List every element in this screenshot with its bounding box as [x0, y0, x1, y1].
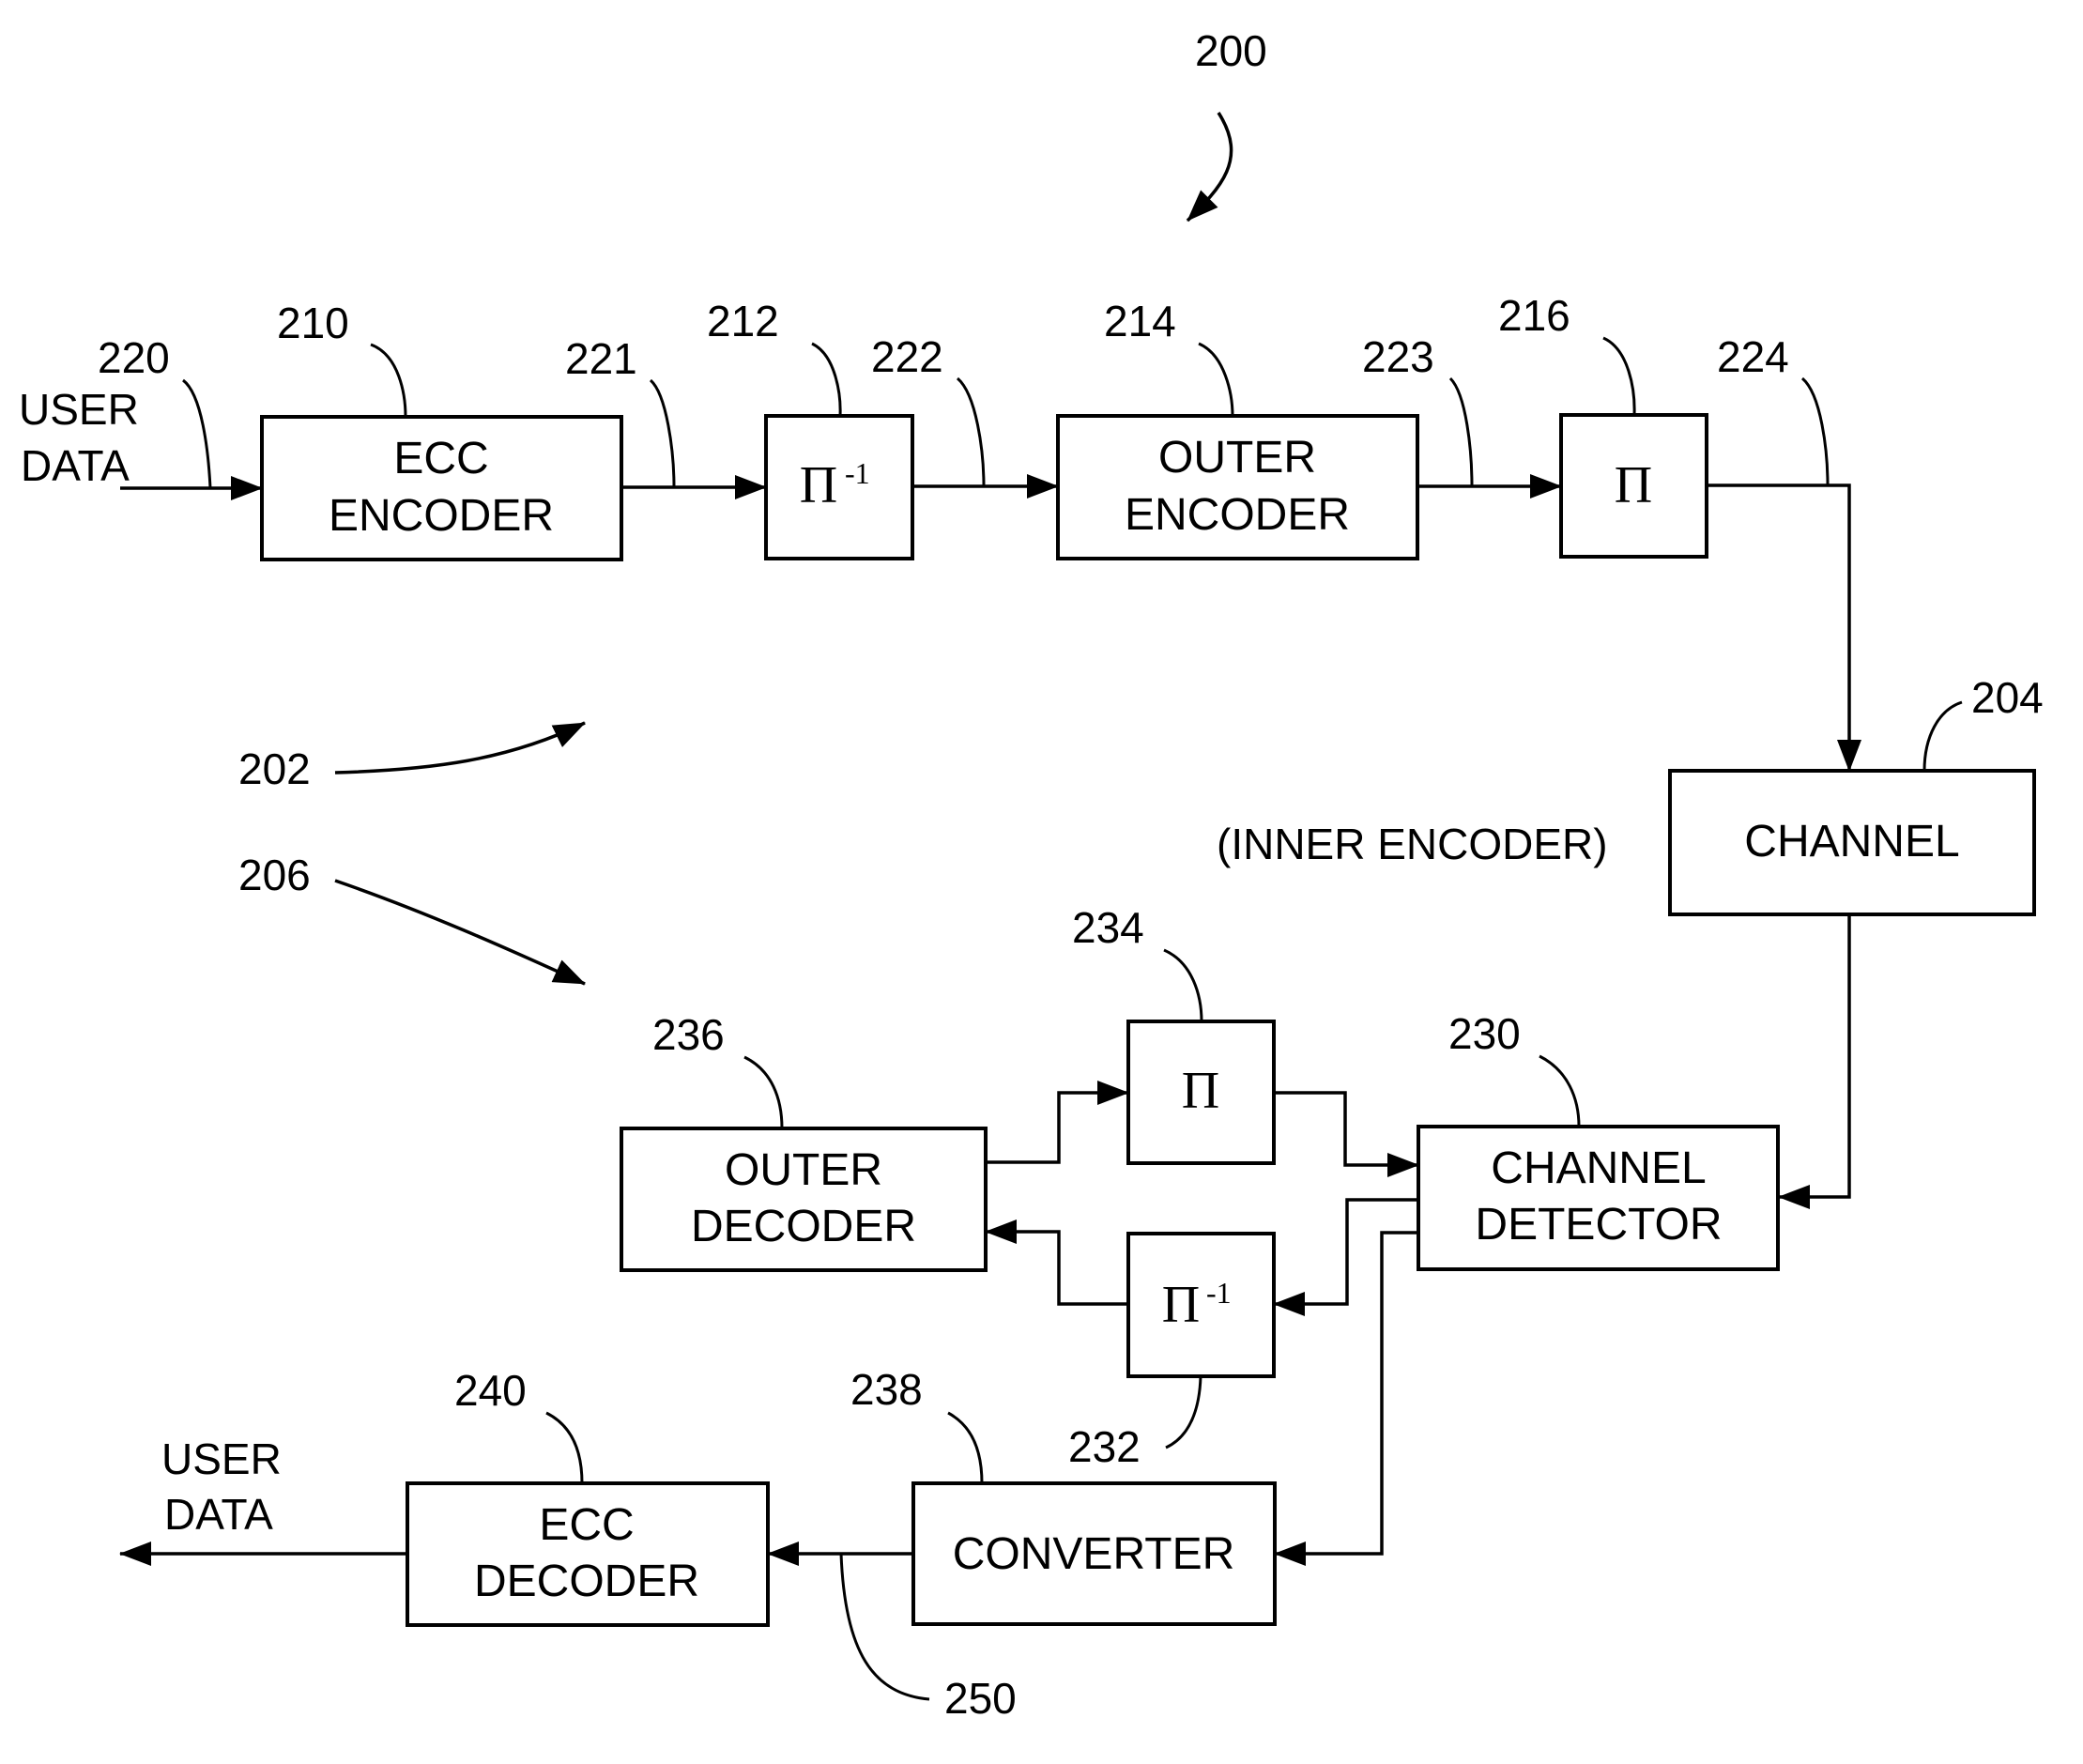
encoder-ref-202-arrow	[334, 721, 586, 775]
wire-interleaver-to-detector	[1274, 1091, 1419, 1177]
signal-223-leader	[1448, 376, 1474, 487]
interleaver-tx-leader	[1602, 336, 1636, 416]
deinterleaver-rx-block: Π -1	[1126, 1232, 1276, 1378]
svg-text:DECODER: DECODER	[691, 1202, 916, 1251]
interleaver-tx-block: Π	[1559, 413, 1708, 559]
wire-decoder-to-interleaver	[986, 1081, 1129, 1164]
signal-223-ref: 223	[1362, 332, 1434, 381]
svg-text:DECODER: DECODER	[474, 1557, 699, 1606]
user-data-out-line1: USER	[161, 1434, 282, 1483]
converter-ref: 238	[850, 1365, 923, 1414]
user-data-in-ref: 220	[98, 333, 170, 382]
svg-text:-1: -1	[1206, 1276, 1232, 1310]
decoder-ref-206: 206	[238, 851, 311, 899]
channel-annotation: (INNER ENCODER)	[1217, 820, 1608, 868]
signal-222-leader	[956, 376, 986, 487]
outer-encoder-leader	[1198, 342, 1234, 417]
channel-detector-ref: 230	[1448, 1009, 1521, 1058]
deinterleaver-tx-ref: 212	[707, 297, 779, 345]
user-data-out-line2: DATA	[164, 1490, 273, 1539]
signal-224-leader	[1800, 376, 1830, 486]
channel-ref: 204	[1971, 673, 2044, 722]
deinterleaver-tx-leader	[811, 342, 842, 417]
outer-decoder-ref: 236	[652, 1010, 725, 1059]
wire-224	[1707, 483, 1861, 772]
figure-ref-200: 200	[1195, 26, 1267, 75]
channel-detector-leader	[1539, 1054, 1581, 1127]
signal-222-ref: 222	[871, 332, 943, 381]
figure-ref-200-arrow	[1186, 112, 1233, 222]
outer-encoder-ref: 214	[1104, 297, 1176, 345]
channel-leader	[1922, 700, 1963, 772]
ecc-decoder-leader	[545, 1411, 584, 1484]
svg-text:Π: Π	[1162, 1276, 1200, 1334]
interleaver-rx-leader	[1163, 948, 1203, 1022]
svg-text:ENCODER: ENCODER	[329, 491, 554, 541]
outer-decoder-leader	[743, 1055, 784, 1129]
svg-text:ENCODER: ENCODER	[1125, 490, 1350, 540]
user-data-in-line2: DATA	[21, 441, 130, 490]
interleaver-rx-block: Π	[1126, 1020, 1276, 1165]
svg-text:ECC: ECC	[393, 434, 488, 483]
signal-221-leader	[649, 378, 676, 488]
signal-221-ref: 221	[565, 334, 637, 383]
block-diagram: 200 ECC ENCODER 210 Π -1 212 OUTER ENCOD…	[19, 26, 2044, 1723]
channel-block: CHANNEL	[1668, 769, 2036, 916]
deinterleaver-rx-ref: 232	[1068, 1422, 1141, 1471]
converter-leader	[947, 1411, 984, 1484]
decoder-ref-206-arrow	[334, 879, 586, 986]
converter-block: CONVERTER	[911, 1481, 1277, 1626]
svg-text:Π: Π	[1615, 456, 1652, 514]
svg-text:ECC: ECC	[539, 1500, 634, 1550]
ecc-encoder-block: ECC ENCODER	[260, 415, 623, 561]
deinterleaver-tx-block: Π -1	[764, 414, 914, 560]
encoder-ref-202: 202	[238, 744, 311, 793]
deinterleaver-rx-leader	[1165, 1375, 1202, 1450]
svg-text:CONVERTER: CONVERTER	[953, 1529, 1235, 1579]
user-data-in-leader	[182, 378, 212, 489]
wire-deinterleaver-to-decoder	[985, 1219, 1128, 1306]
outer-decoder-block: OUTER DECODER	[620, 1127, 988, 1272]
svg-text:OUTER: OUTER	[725, 1145, 882, 1195]
svg-text:CHANNEL: CHANNEL	[1491, 1143, 1706, 1193]
ecc-decoder-ref: 240	[454, 1366, 527, 1415]
signal-250-ref: 250	[944, 1674, 1017, 1723]
svg-text:-1: -1	[845, 456, 870, 490]
svg-text:Π: Π	[1182, 1062, 1219, 1120]
svg-text:CHANNEL: CHANNEL	[1744, 817, 1959, 867]
svg-text:OUTER: OUTER	[1158, 433, 1316, 483]
wire-channel-to-detector	[1778, 914, 1851, 1209]
ecc-decoder-block: ECC DECODER	[406, 1481, 770, 1627]
svg-text:Π: Π	[800, 456, 837, 514]
interleaver-tx-ref: 216	[1498, 291, 1570, 340]
user-data-in-line1: USER	[19, 385, 139, 434]
svg-text:DETECTOR: DETECTOR	[1475, 1200, 1722, 1250]
signal-224-ref: 224	[1717, 332, 1789, 381]
interleaver-rx-ref: 234	[1072, 903, 1144, 952]
ecc-encoder-leader	[370, 343, 407, 418]
channel-detector-block: CHANNEL DETECTOR	[1417, 1125, 1780, 1271]
ecc-encoder-ref: 210	[277, 299, 349, 347]
wire-detector-to-deinterleaver	[1273, 1198, 1418, 1316]
outer-encoder-block: OUTER ENCODER	[1056, 414, 1419, 560]
